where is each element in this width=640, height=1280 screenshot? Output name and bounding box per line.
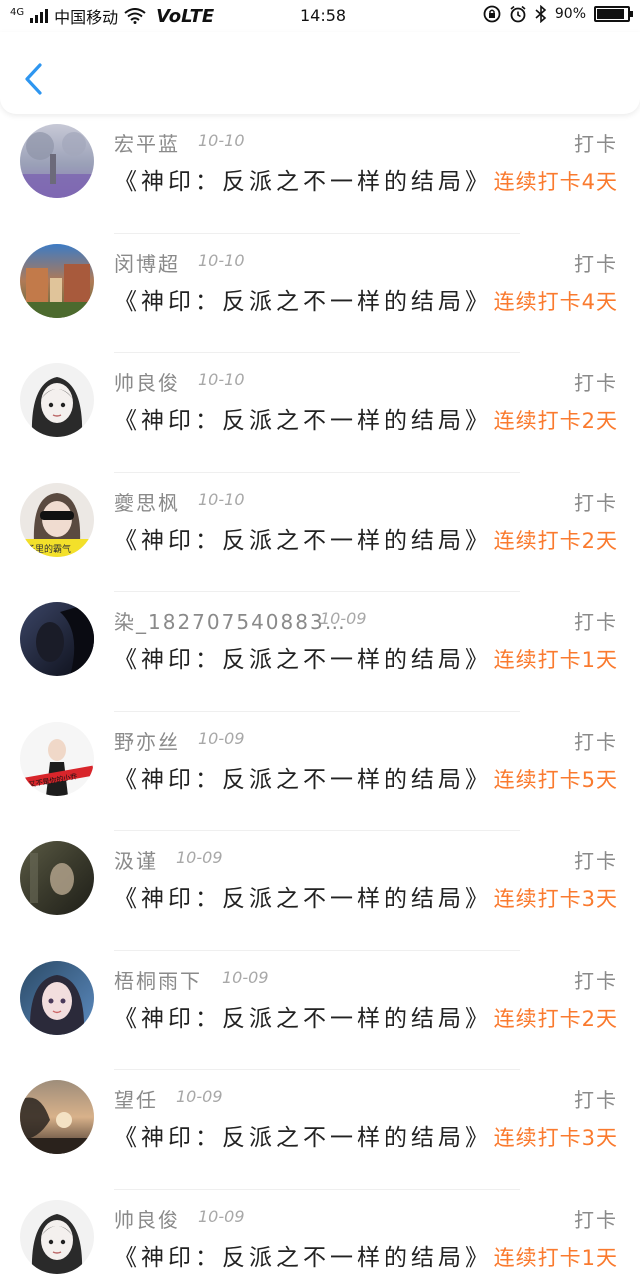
book-title[interactable]: 《神印：反派之不一样的结局》 <box>114 162 492 196</box>
list-item[interactable]: 又不是你的小乔 野亦丝 10-09 打卡 《神印：反派之不一样的结局》 连续打卡… <box>0 712 640 831</box>
avatar-image <box>20 841 94 915</box>
avatar-image <box>20 124 94 198</box>
username[interactable]: 宏平蓝 <box>114 128 180 157</box>
action-label: 打卡 <box>574 490 618 515</box>
avatar[interactable] <box>20 960 94 1035</box>
bluetooth-icon <box>535 5 547 23</box>
checkin-date: 10-09 <box>176 848 223 867</box>
volte-label: VoLTE <box>156 5 215 27</box>
streak-label: 连续打卡2天 <box>493 409 618 433</box>
avatar[interactable] <box>20 363 94 437</box>
streak-label: 连续打卡2天 <box>493 528 618 553</box>
avatar-image: 又不是你的小乔 <box>20 721 94 796</box>
streak-label: 连续打卡3天 <box>493 887 618 911</box>
checkin-date: 10-10 <box>198 370 245 389</box>
svg-text:子里的霸气: 子里的霸气 <box>26 543 71 555</box>
action-label: 打卡 <box>574 371 618 395</box>
action-label: 打卡 <box>574 968 618 993</box>
avatar[interactable] <box>20 841 94 915</box>
avatar[interactable]: 子里的霸气 <box>20 482 94 557</box>
nav-header <box>0 32 640 114</box>
username[interactable]: 望任 <box>114 1084 158 1113</box>
checkin-date: 10-09 <box>222 967 269 987</box>
username[interactable]: 夔思枫 <box>114 487 180 516</box>
book-title[interactable]: 《神印：反派之不一样的结局》 <box>114 401 492 435</box>
rotation-lock-icon <box>483 5 501 23</box>
streak-label: 连续打卡5天 <box>493 767 618 792</box>
list-item[interactable]: 望任 10-09 打卡 《神印：反派之不一样的结局》 连续打卡3天 <box>0 1070 640 1190</box>
list-item[interactable]: 染_182707540883… 10-09 打卡 《神印：反派之不一样的结局》 … <box>0 592 640 712</box>
clock: 14:58 <box>300 6 347 25</box>
carrier-name: 中国移动 <box>54 8 119 27</box>
checkin-date: 10-09 <box>320 609 367 628</box>
streak-label: 连续打卡4天 <box>493 170 618 194</box>
avatar-image <box>20 243 94 318</box>
username[interactable]: 帅良俊 <box>114 1204 180 1233</box>
book-title[interactable]: 《神印：反派之不一样的结局》 <box>114 1118 492 1152</box>
avatar-image <box>20 363 94 437</box>
list-item[interactable]: 帅良俊 10-09 打卡 《神印：反派之不一样的结局》 连续打卡1天 <box>0 1190 640 1280</box>
checkin-date: 10-09 <box>176 1087 223 1106</box>
battery-level <box>597 9 624 19</box>
streak-label: 连续打卡1天 <box>493 1245 618 1270</box>
avatar[interactable] <box>20 1080 94 1154</box>
streak-label: 连续打卡3天 <box>493 1126 618 1150</box>
checkin-date: 10-10 <box>198 250 245 270</box>
network-type: 4G <box>10 6 25 18</box>
book-title[interactable]: 《神印：反派之不一样的结局》 <box>114 999 492 1033</box>
avatar[interactable] <box>20 124 94 198</box>
list-item[interactable]: 梧桐雨下 10-09 打卡 《神印：反派之不一样的结局》 连续打卡2天 <box>0 951 640 1070</box>
status-left: 4G 中国移动 VoLTE <box>10 4 214 28</box>
action-label: 打卡 <box>574 610 618 634</box>
action-label: 打卡 <box>574 1088 618 1112</box>
battery-percent: 90% <box>554 6 586 22</box>
back-icon[interactable] <box>20 62 48 96</box>
avatar[interactable] <box>20 602 94 676</box>
avatar-image <box>20 1080 94 1154</box>
avatar-image <box>20 602 94 676</box>
action-label: 打卡 <box>574 251 618 276</box>
username[interactable]: 闵博超 <box>114 248 180 277</box>
status-bar: 4G 中国移动 VoLTE 14:58 90% <box>0 0 640 32</box>
list-item[interactable]: 闵博超 10-10 打卡 《神印：反派之不一样的结局》 连续打卡4天 <box>0 234 640 353</box>
wifi-icon <box>124 8 146 24</box>
username[interactable]: 帅良俊 <box>114 367 180 396</box>
book-title[interactable]: 《神印：反派之不一样的结局》 <box>114 640 492 674</box>
list-item[interactable]: 汲谨 10-09 打卡 《神印：反派之不一样的结局》 连续打卡3天 <box>0 831 640 951</box>
list-item[interactable]: 宏平蓝 10-10 打卡 《神印：反派之不一样的结局》 连续打卡4天 <box>0 114 640 234</box>
avatar-image <box>20 960 94 1035</box>
username[interactable]: 野亦丝 <box>114 726 180 755</box>
checkin-date: 10-10 <box>198 131 245 150</box>
book-title[interactable]: 《神印：反派之不一样的结局》 <box>114 1238 492 1272</box>
username[interactable]: 染_182707540883… <box>114 606 347 635</box>
checkin-date: 10-09 <box>198 1206 245 1226</box>
action-label: 打卡 <box>574 849 618 873</box>
book-title[interactable]: 《神印：反派之不一样的结局》 <box>114 760 492 794</box>
action-label: 打卡 <box>574 1207 618 1232</box>
username[interactable]: 梧桐雨下 <box>114 965 202 994</box>
checkin-date: 10-10 <box>198 489 245 509</box>
signal-icon <box>30 9 49 23</box>
username[interactable]: 汲谨 <box>114 845 158 874</box>
alarm-icon <box>510 5 526 23</box>
action-label: 打卡 <box>574 132 618 156</box>
action-label: 打卡 <box>574 729 618 754</box>
status-right: 90% <box>483 5 633 23</box>
book-title[interactable]: 《神印：反派之不一样的结局》 <box>114 282 492 316</box>
checkin-list: 宏平蓝 10-10 打卡 《神印：反派之不一样的结局》 连续打卡4天 闵博超 1… <box>0 114 640 1280</box>
streak-label: 连续打卡4天 <box>493 289 618 314</box>
streak-label: 连续打卡1天 <box>493 648 618 672</box>
avatar-image <box>20 1199 94 1274</box>
battery-icon <box>594 6 633 22</box>
checkin-date: 10-09 <box>198 728 245 748</box>
avatar[interactable]: 又不是你的小乔 <box>20 721 94 796</box>
avatar[interactable] <box>20 243 94 318</box>
list-item[interactable]: 子里的霸气 夔思枫 10-10 打卡 《神印：反派之不一样的结局》 连续打卡2天 <box>0 473 640 592</box>
avatar-image: 子里的霸气 <box>20 482 94 557</box>
book-title[interactable]: 《神印：反派之不一样的结局》 <box>114 879 492 913</box>
list-item[interactable]: 帅良俊 10-10 打卡 《神印：反派之不一样的结局》 连续打卡2天 <box>0 353 640 473</box>
avatar[interactable] <box>20 1199 94 1274</box>
book-title[interactable]: 《神印：反派之不一样的结局》 <box>114 521 492 555</box>
streak-label: 连续打卡2天 <box>493 1006 618 1031</box>
